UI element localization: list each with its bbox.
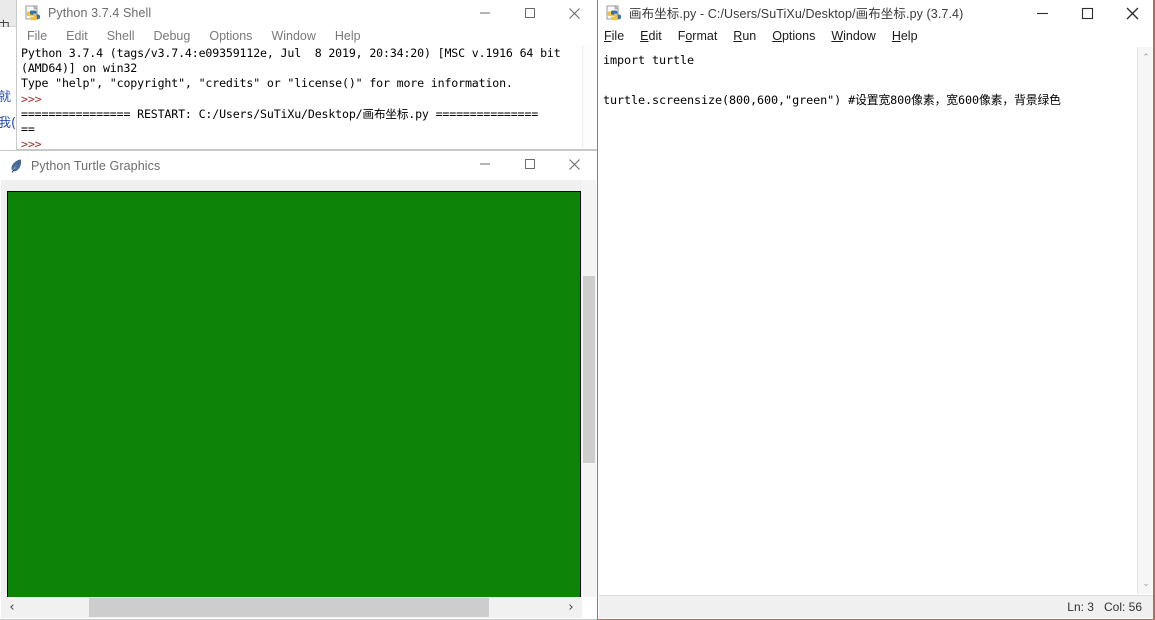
turtle-scroll-left-arrow-icon[interactable]: ‹ bbox=[1, 597, 23, 618]
shell-output-line: Python 3.7.4 (tags/v3.7.4:e09359112e, Ju… bbox=[21, 46, 561, 60]
scroll-down-arrow-icon[interactable]: ⌄ bbox=[1138, 575, 1154, 592]
turtle-feather-icon bbox=[8, 158, 24, 174]
desktop-background: 中 就 我( Python 3.7.4 Shell bbox=[0, 0, 1155, 620]
turtle-titlebar[interactable]: Python Turtle Graphics bbox=[0, 151, 597, 180]
shell-menu-file[interactable]: File bbox=[27, 26, 47, 47]
shell-prompt-line: >>> bbox=[21, 137, 49, 148]
shell-vertical-scrollbar[interactable] bbox=[582, 45, 596, 148]
editor-code-line bbox=[603, 70, 1139, 90]
shell-maximize-button[interactable] bbox=[507, 0, 552, 26]
editor-menu-help[interactable]: Help bbox=[892, 26, 918, 47]
editor-menubar[interactable]: File Edit Format Run Options Window Help bbox=[598, 25, 1155, 47]
editor-menu-file[interactable]: File bbox=[604, 26, 624, 47]
shell-menu-debug[interactable]: Debug bbox=[154, 26, 191, 47]
editor-close-button[interactable] bbox=[1110, 0, 1155, 26]
shell-caption-buttons[interactable] bbox=[462, 0, 597, 26]
turtle-maximize-button[interactable] bbox=[507, 151, 552, 177]
python-shell-window[interactable]: Python 3.7.4 Shell File Edit Shell Debug… bbox=[16, 0, 598, 150]
turtle-horizontal-scrollbar[interactable]: ‹ › bbox=[1, 597, 582, 618]
editor-menu-format[interactable]: Format bbox=[678, 26, 718, 47]
editor-code-line: turtle.screensize(800,600,"green") #设置宽8… bbox=[603, 93, 1061, 107]
shell-menu-shell[interactable]: Shell bbox=[107, 26, 135, 47]
shell-title-text: Python 3.7.4 Shell bbox=[48, 5, 152, 20]
shell-titlebar[interactable]: Python 3.7.4 Shell bbox=[17, 0, 597, 26]
shell-menu-help[interactable]: Help bbox=[335, 26, 361, 47]
scroll-up-arrow-icon[interactable]: ⌃ bbox=[1138, 49, 1154, 66]
turtle-scroll-right-arrow-icon[interactable]: › bbox=[560, 597, 582, 618]
editor-menu-options[interactable]: Options bbox=[772, 26, 815, 47]
turtle-horizontal-scroll-thumb[interactable] bbox=[89, 598, 489, 617]
python-idle-icon bbox=[25, 4, 41, 21]
editor-vertical-scrollbar[interactable]: ⌃ ⌄ bbox=[1137, 47, 1154, 594]
turtle-graphics-window[interactable]: Python Turtle Graphics ‹ › bbox=[0, 150, 598, 620]
shell-restart-line: ================ RESTART: C:/Users/SuTiX… bbox=[21, 106, 539, 121]
editor-menu-run[interactable]: Run bbox=[733, 26, 756, 47]
shell-output-area[interactable]: Python 3.7.4 (tags/v3.7.4:e09359112e, Ju… bbox=[18, 45, 583, 148]
shell-menu-window[interactable]: Window bbox=[271, 26, 315, 47]
turtle-title-text: Python Turtle Graphics bbox=[31, 158, 161, 173]
editor-title-text: 画布坐标.py - C:/Users/SuTiXu/Desktop/画布坐标.p… bbox=[629, 7, 964, 21]
shell-minimize-button[interactable] bbox=[462, 0, 507, 26]
turtle-canvas-viewport[interactable] bbox=[1, 180, 582, 597]
idle-editor-window[interactable]: 画布坐标.py - C:/Users/SuTiXu/Desktop/画布坐标.p… bbox=[597, 0, 1155, 620]
turtle-drawing-canvas[interactable] bbox=[7, 191, 581, 597]
editor-statusbar: Ln: 3 Col: 56 bbox=[599, 595, 1154, 618]
shell-output-line: Type "help", "copyright", "credits" or "… bbox=[21, 76, 513, 91]
editor-code-area[interactable]: import turtle turtle.screensize(800,600,… bbox=[599, 47, 1139, 594]
shell-prompt-line: >>> bbox=[21, 91, 49, 106]
editor-caption-buttons[interactable] bbox=[1020, 0, 1155, 26]
cursor-position-indicator: Ln: 3 Col: 56 bbox=[1067, 600, 1142, 614]
editor-minimize-button[interactable] bbox=[1020, 0, 1065, 26]
shell-output-line: == bbox=[21, 122, 35, 137]
shell-close-button[interactable] bbox=[552, 0, 597, 26]
shell-menu-edit[interactable]: Edit bbox=[66, 26, 88, 47]
turtle-vertical-scrollbar[interactable] bbox=[582, 180, 596, 597]
editor-menu-edit[interactable]: Edit bbox=[640, 26, 662, 47]
editor-titlebar[interactable]: 画布坐标.py - C:/Users/SuTiXu/Desktop/画布坐标.p… bbox=[598, 0, 1155, 25]
editor-maximize-button[interactable] bbox=[1065, 0, 1110, 26]
shell-output-line: (AMD64)] on win32 bbox=[21, 61, 138, 76]
shell-menu-options[interactable]: Options bbox=[209, 26, 252, 47]
editor-menu-window[interactable]: Window bbox=[831, 26, 875, 47]
turtle-caption-buttons[interactable] bbox=[462, 151, 597, 177]
python-idle-icon bbox=[606, 4, 622, 21]
editor-code-line: import turtle bbox=[603, 53, 695, 67]
turtle-vertical-scroll-thumb[interactable] bbox=[583, 276, 595, 463]
turtle-minimize-button[interactable] bbox=[462, 151, 507, 177]
turtle-close-button[interactable] bbox=[552, 151, 597, 177]
shell-menubar[interactable]: File Edit Shell Debug Options Window Hel… bbox=[17, 26, 597, 47]
